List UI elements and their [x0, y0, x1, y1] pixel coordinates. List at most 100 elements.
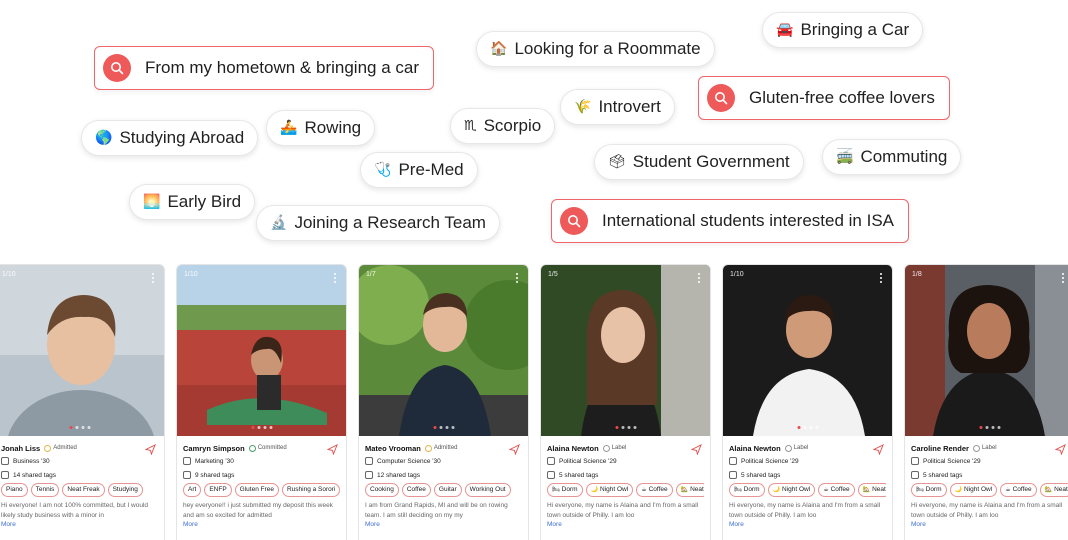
- send-icon[interactable]: [690, 442, 702, 460]
- tag-pill[interactable]: 🩺 Pre-Med: [360, 152, 478, 188]
- tag-list: Art ENFP Gluten Free Rushing a Sorori: [183, 483, 340, 497]
- tag-pill[interactable]: 🌾 Introvert: [560, 89, 675, 125]
- tag-pill[interactable]: 🚎 Commuting: [822, 139, 962, 175]
- search-chip[interactable]: Gluten-free coffee lovers: [698, 76, 950, 120]
- badge-icon: [248, 444, 256, 452]
- tag: Piano: [1, 483, 28, 497]
- carousel-dots: [979, 426, 1000, 429]
- more-icon[interactable]: [880, 273, 883, 284]
- profile-card[interactable]: 1/10 Alaina Newton Label Political Scienc…: [722, 264, 893, 540]
- profile-photo[interactable]: 1/5: [541, 265, 710, 436]
- shared-tags: 5 shared tags: [559, 471, 599, 479]
- tag: 🛏 Dorm: [547, 483, 583, 497]
- tag: ENFP: [204, 483, 232, 497]
- major: Business '30: [13, 457, 50, 465]
- status-label: Admitted: [433, 445, 458, 451]
- carousel-dots: [433, 426, 454, 429]
- tags-icon: [729, 471, 737, 479]
- tag-pill[interactable]: 🚘 Bringing a Car: [762, 12, 924, 48]
- tag-text: Coffee: [1012, 486, 1032, 493]
- more-icon[interactable]: [698, 273, 701, 284]
- search-chip[interactable]: From my hometown & bringing a car: [94, 46, 434, 90]
- tag: 🏡 Neat: [675, 483, 704, 497]
- profile-card[interactable]: 1/8 Caroline Render Label Political Scien…: [904, 264, 1068, 540]
- more-link[interactable]: More: [729, 521, 886, 528]
- shared-tags: 12 shared tags: [377, 471, 421, 479]
- plant-icon: 🌾: [574, 99, 592, 115]
- search-chip-text: International students interested in ISA: [602, 211, 895, 230]
- tag-pill[interactable]: 🚣 Rowing: [266, 110, 376, 146]
- bed-icon: 🛏: [552, 486, 560, 493]
- more-link[interactable]: More: [365, 521, 522, 528]
- profile-name: Mateo Vrooman: [365, 443, 421, 453]
- more-icon[interactable]: [152, 273, 155, 284]
- profile-name: Camryn Simpson: [183, 443, 245, 453]
- bus-icon: 🚎: [836, 149, 854, 165]
- carousel-dots: [797, 426, 818, 429]
- tag: Guitar: [433, 483, 462, 497]
- tag-pill-text: Early Bird: [167, 192, 242, 211]
- profile-card[interactable]: 1/10 Jonah Liss Admitted Business '30 14 …: [0, 264, 165, 540]
- more-icon[interactable]: [334, 273, 337, 284]
- tag-text: Neat: [1054, 486, 1068, 493]
- bio: Hi everyone! I am not 100% committed, bu…: [1, 502, 149, 519]
- shared-tags: 5 shared tags: [923, 471, 963, 479]
- tag-pill[interactable]: 🔬 Joining a Research Team: [256, 205, 500, 241]
- tag-text: Dorm: [743, 486, 760, 493]
- tag-pill[interactable]: ♏ Scorpio: [450, 108, 556, 144]
- more-link[interactable]: More: [183, 521, 340, 528]
- tag-list: 🛏 Dorm 🌙 Night Owl ☕ Coffee 🏡 Neat: [547, 483, 704, 497]
- tag-pill[interactable]: 🌎 Studying Abroad: [81, 120, 259, 156]
- profile-photo[interactable]: 1/10: [0, 265, 164, 436]
- tag-pill[interactable]: 🏠 Looking for a Roommate: [476, 31, 715, 67]
- stethoscope-icon: 🩺: [374, 162, 392, 178]
- house-icon: 🏡: [680, 486, 689, 493]
- more-link[interactable]: More: [911, 521, 1068, 528]
- profile-card[interactable]: 1/5 Alaina Newton Label Political Science…: [540, 264, 711, 540]
- status-label: Admitted: [53, 445, 77, 451]
- microscope-icon: 🔬: [270, 215, 288, 231]
- profile-card[interactable]: 1/10 Camryn Simpson Committed Marketing '…: [176, 264, 347, 540]
- send-icon[interactable]: [508, 442, 520, 460]
- tag-pill-text: Student Government: [632, 152, 790, 171]
- send-icon[interactable]: [326, 442, 338, 460]
- status-badge: Committed: [248, 444, 287, 452]
- more-icon[interactable]: [1062, 273, 1065, 284]
- profile-photo[interactable]: 1/10: [177, 265, 346, 436]
- tags-icon: [365, 471, 373, 479]
- scorpio-icon: ♏: [464, 118, 477, 134]
- tag-text: Neat: [690, 486, 704, 493]
- search-chip[interactable]: International students interested in ISA: [551, 199, 910, 243]
- coffee-icon: ☕: [641, 486, 647, 493]
- profile-card[interactable]: 1/7 Mateo Vrooman Admitted Computer Scien…: [358, 264, 529, 540]
- photo-counter: 1/5: [548, 271, 558, 278]
- tag-pill[interactable]: 🌅 Early Bird: [129, 184, 256, 220]
- tag-list: 🛏 Dorm 🌙 Night Owl ☕ Coffee 🏡 Neat: [911, 483, 1068, 497]
- search-icon: [560, 207, 588, 235]
- tag: 🏡 Neat: [857, 483, 886, 497]
- profile-photo[interactable]: 1/8: [905, 265, 1068, 436]
- tags-icon: [911, 471, 919, 479]
- more-link[interactable]: More: [547, 521, 704, 528]
- search-chip-text: From my hometown & bringing a car: [145, 58, 419, 77]
- status-badge: Label: [602, 444, 626, 452]
- tags-icon: [547, 471, 555, 479]
- tag-list: 🛏 Dorm 🌙 Night Owl ☕ Coffee 🏡 Neat: [729, 483, 886, 497]
- profile-name: Jonah Liss: [1, 443, 41, 453]
- house-icon: 🏡: [1044, 486, 1053, 493]
- bio: Hi everyone, my name is Alaina and I'm f…: [911, 502, 1063, 519]
- graduation-cap-icon: [547, 457, 555, 465]
- send-icon[interactable]: [1054, 442, 1066, 460]
- tag-text: Night Owl: [964, 486, 993, 493]
- profile-photo[interactable]: 1/10: [723, 265, 892, 436]
- send-icon[interactable]: [144, 442, 156, 460]
- more-icon[interactable]: [516, 273, 519, 284]
- send-icon[interactable]: [872, 442, 884, 460]
- tag: ☕ Coffee: [636, 483, 673, 497]
- tag-pill[interactable]: 🗳 Student Government: [594, 144, 804, 180]
- more-link[interactable]: More: [1, 521, 158, 528]
- tag-text: Night Owl: [782, 486, 811, 493]
- tag-text: Night Owl: [600, 486, 629, 493]
- profile-photo[interactable]: 1/7: [359, 265, 528, 436]
- tag: 🏡 Neat: [1039, 483, 1068, 497]
